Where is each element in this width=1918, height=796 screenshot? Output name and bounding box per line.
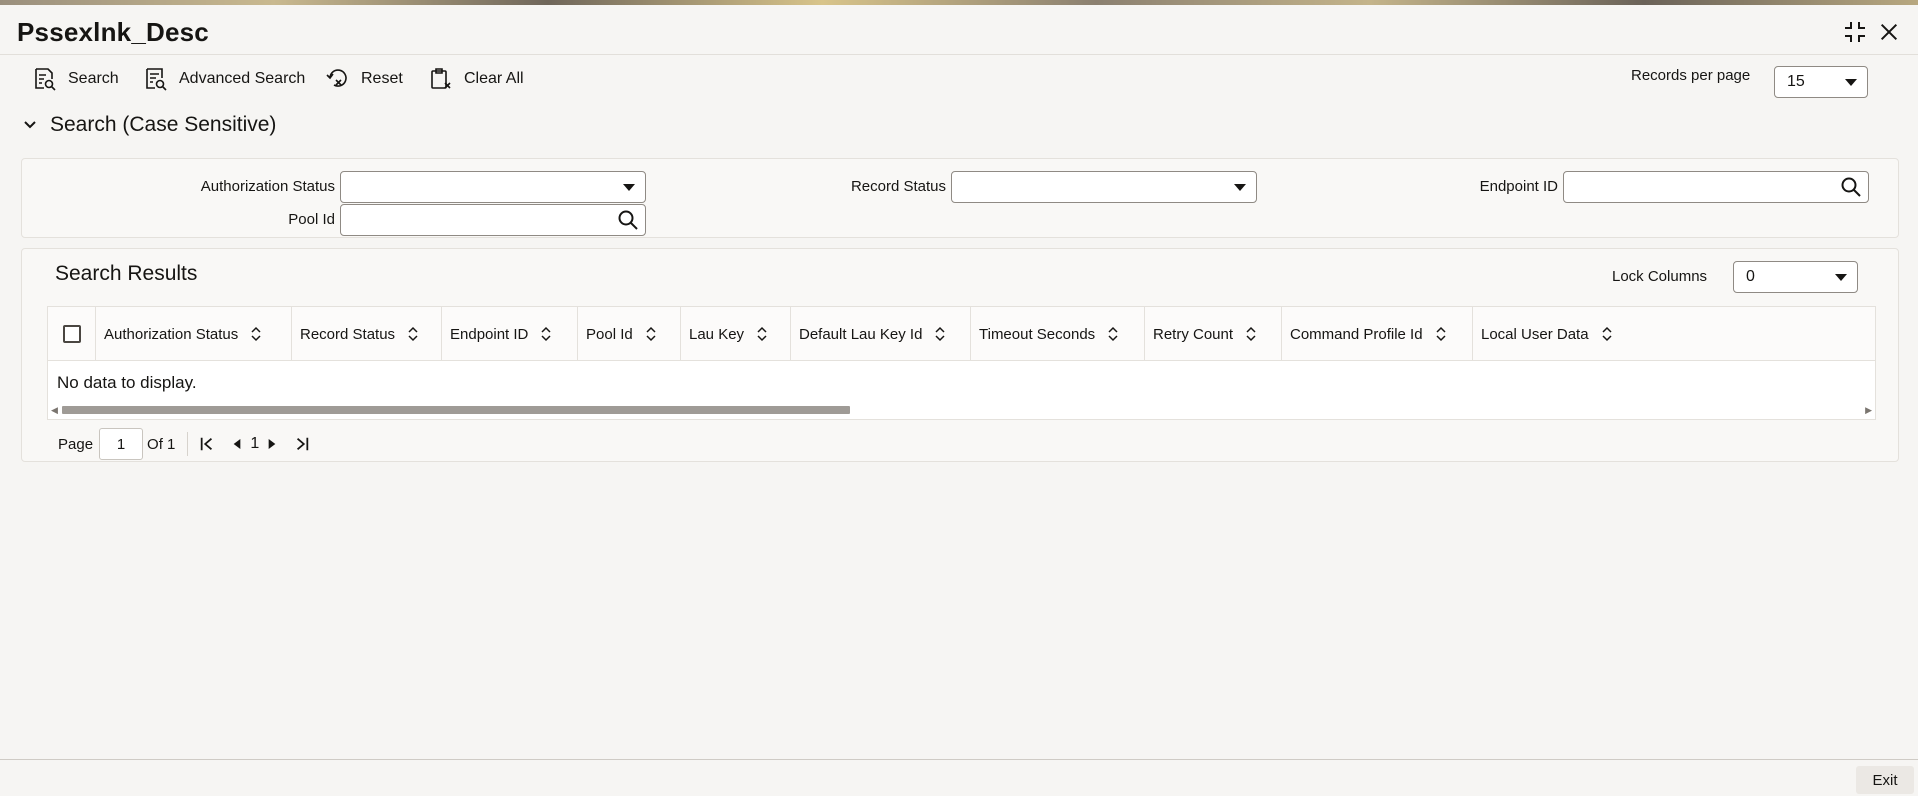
first-page-button[interactable] xyxy=(196,433,218,455)
column-header-label: Lau Key xyxy=(689,325,745,343)
close-button[interactable] xyxy=(1876,19,1902,45)
last-page-icon xyxy=(297,437,309,451)
chevron-down-icon xyxy=(1234,184,1246,191)
records-per-page-value: 15 xyxy=(1787,73,1805,90)
no-data-message: No data to display. xyxy=(57,373,197,392)
minimize-icon xyxy=(1845,22,1865,42)
search-results-title: Search Results xyxy=(55,262,198,285)
chevron-down-icon xyxy=(1845,79,1857,86)
lock-columns-value: 0 xyxy=(1746,268,1755,285)
search-icon[interactable] xyxy=(617,209,639,231)
chevron-down-icon xyxy=(623,184,635,191)
sort-icon xyxy=(408,326,418,342)
sort-icon xyxy=(541,326,551,342)
scroll-left-icon[interactable]: ◀ xyxy=(51,405,58,416)
chevron-down-icon xyxy=(24,121,36,129)
sort-icon xyxy=(1108,326,1118,342)
select-all-cell xyxy=(48,307,96,361)
reset-icon xyxy=(326,69,347,87)
search-criteria-panel: Authorization Status Record Status Endpo… xyxy=(21,158,1899,238)
pool-id-input[interactable] xyxy=(340,204,646,236)
pool-id-label: Pool Id xyxy=(288,211,335,228)
sort-icon xyxy=(251,326,261,342)
advanced-search-button-label: Advanced Search xyxy=(179,70,306,87)
first-page-icon xyxy=(201,437,213,451)
horizontal-scrollbar[interactable]: ◀ ▶ xyxy=(48,402,1875,416)
column-header-retry-count[interactable]: Retry Count xyxy=(1145,307,1282,361)
page-number-input[interactable]: 1 xyxy=(99,428,144,460)
endpoint-id-input[interactable] xyxy=(1563,171,1869,203)
scrollbar-thumb[interactable] xyxy=(62,406,850,414)
pager-divider xyxy=(187,432,189,456)
minimize-button[interactable] xyxy=(1842,19,1868,45)
close-icon xyxy=(1880,23,1898,41)
record-status-label: Record Status xyxy=(850,178,946,195)
endpoint-id-label: Endpoint ID xyxy=(1479,178,1558,195)
sort-icon xyxy=(646,326,656,342)
column-header-authorization-status[interactable]: Authorization Status xyxy=(96,307,292,361)
search-icon[interactable] xyxy=(1840,176,1862,198)
last-page-button[interactable] xyxy=(291,433,313,455)
clear-all-button-label: Clear All xyxy=(464,70,524,87)
record-status-select[interactable] xyxy=(951,171,1257,203)
authorization-status-label: Authorization Status xyxy=(200,178,335,195)
column-header-default-lau-key-id[interactable]: Default Lau Key Id xyxy=(791,307,971,361)
sort-icon xyxy=(1246,326,1256,342)
pagination: Page 1 Of 1 1 xyxy=(58,427,313,461)
column-header-label: Timeout Seconds xyxy=(979,325,1096,343)
title-bar: Pssexlnk_Desc xyxy=(0,5,1918,55)
column-header-command-profile-id[interactable]: Command Profile Id xyxy=(1282,307,1473,361)
current-page-number: 1 xyxy=(250,435,260,452)
results-table: Authorization Status Record Status Endpo… xyxy=(47,306,1876,420)
reset-button-label: Reset xyxy=(361,70,403,87)
next-page-button[interactable] xyxy=(261,433,283,455)
table-header: Authorization Status Record Status Endpo… xyxy=(48,307,1875,361)
column-header-label: Endpoint ID xyxy=(450,325,529,343)
exit-button[interactable]: Exit xyxy=(1856,766,1914,794)
page-of-label: Of 1 xyxy=(147,435,176,453)
search-results-panel: Search Results Lock Columns 0 Authorizat… xyxy=(21,248,1899,462)
column-header-timeout-seconds[interactable]: Timeout Seconds xyxy=(971,307,1145,361)
sort-icon xyxy=(1602,326,1612,342)
select-all-checkbox[interactable] xyxy=(62,325,81,343)
window-title: Pssexlnk_Desc xyxy=(17,17,209,47)
column-header-label: Local User Data xyxy=(1481,325,1589,343)
column-header-label: Retry Count xyxy=(1153,325,1234,343)
previous-page-icon xyxy=(234,439,241,449)
column-header-label: Record Status xyxy=(300,325,396,343)
column-header-local-user-data[interactable]: Local User Data xyxy=(1473,307,1875,361)
advanced-search-icon xyxy=(146,68,167,91)
search-section-toggle[interactable]: Search (Case Sensitive) xyxy=(22,113,276,137)
column-header-label: Authorization Status xyxy=(104,325,239,343)
column-header-record-status[interactable]: Record Status xyxy=(292,307,442,361)
authorization-status-select[interactable] xyxy=(340,171,646,203)
records-per-page-label: Records per page xyxy=(1631,67,1751,84)
reset-button[interactable]: Reset xyxy=(325,64,403,94)
column-header-label: Command Profile Id xyxy=(1290,325,1423,343)
sort-icon xyxy=(757,326,767,342)
sort-icon xyxy=(1436,326,1446,342)
search-icon xyxy=(35,68,56,91)
sort-icon xyxy=(935,326,945,342)
clear-all-icon xyxy=(431,68,451,89)
next-page-icon xyxy=(268,439,276,449)
chevron-down-icon xyxy=(1835,274,1847,281)
column-header-label: Default Lau Key Id xyxy=(799,325,923,343)
search-button[interactable]: Search xyxy=(32,64,119,94)
lock-columns-select[interactable]: 0 xyxy=(1733,261,1858,293)
lock-columns-label: Lock Columns xyxy=(1612,268,1708,285)
column-header-label: Pool Id xyxy=(586,325,633,343)
footer-bar: Exit xyxy=(0,759,1918,796)
search-button-label: Search xyxy=(68,70,119,87)
records-per-page-select[interactable]: 15 xyxy=(1774,66,1868,98)
page-label: Page xyxy=(58,435,94,453)
scroll-right-icon[interactable]: ▶ xyxy=(1865,405,1872,416)
column-header-lau-key[interactable]: Lau Key xyxy=(681,307,791,361)
column-header-pool-id[interactable]: Pool Id xyxy=(578,307,681,361)
clear-all-button[interactable]: Clear All xyxy=(428,64,524,94)
advanced-search-button[interactable]: Advanced Search xyxy=(143,64,305,94)
search-section-title: Search (Case Sensitive) xyxy=(50,113,277,136)
column-header-endpoint-id[interactable]: Endpoint ID xyxy=(442,307,578,361)
previous-page-button[interactable] xyxy=(226,433,248,455)
